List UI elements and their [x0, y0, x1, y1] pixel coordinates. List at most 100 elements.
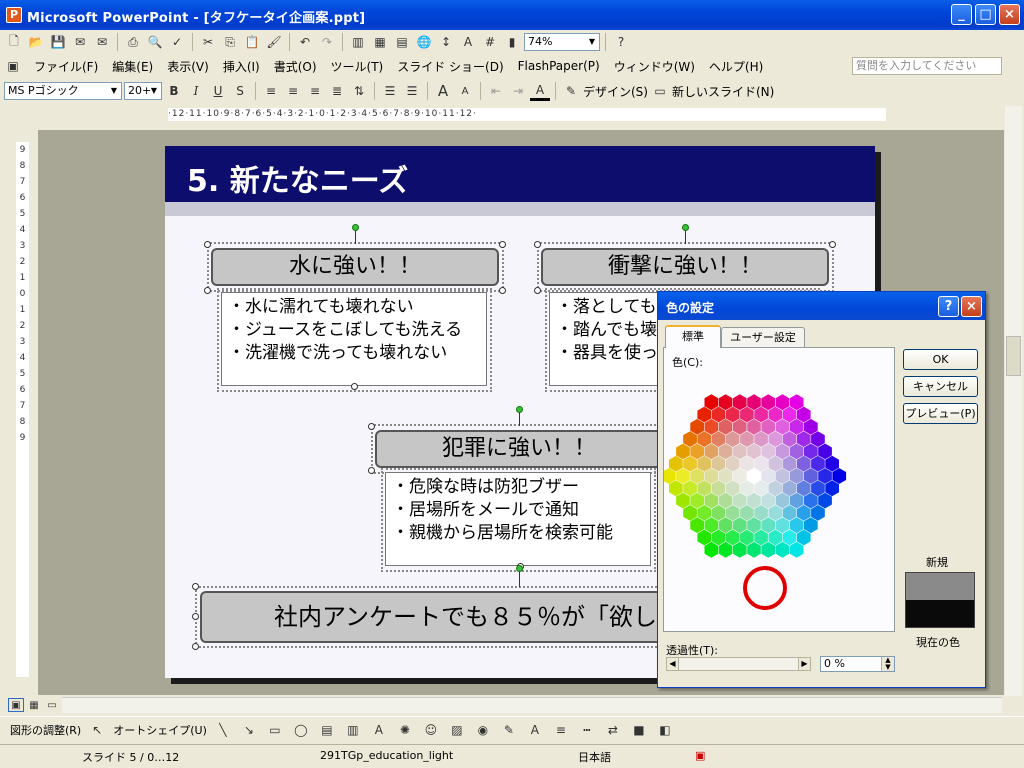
- menu-help[interactable]: ヘルプ(H): [709, 58, 763, 75]
- align-center-icon[interactable]: ≡: [283, 81, 303, 101]
- color-cell[interactable]: [676, 492, 690, 509]
- bold-icon[interactable]: B: [164, 81, 184, 101]
- email-icon[interactable]: ✉: [92, 32, 112, 52]
- color-cell[interactable]: [761, 541, 775, 558]
- spinner-icon[interactable]: ▲ ▼: [881, 657, 894, 671]
- color-cell[interactable]: [832, 468, 847, 484]
- menu-window[interactable]: ウィンドウ(W): [614, 58, 695, 75]
- resize-handle[interactable]: [192, 613, 199, 620]
- color-cell[interactable]: [811, 455, 825, 472]
- color-cell[interactable]: [782, 455, 797, 472]
- color-cell[interactable]: [704, 468, 719, 484]
- close-button[interactable]: ×: [999, 4, 1020, 25]
- shadow-style-icon[interactable]: ■: [629, 720, 649, 740]
- color-cell[interactable]: [690, 443, 704, 460]
- tables-borders-icon[interactable]: ▤: [392, 32, 412, 52]
- underline-icon[interactable]: U: [208, 81, 228, 101]
- normal-view-icon[interactable]: ▣: [8, 698, 24, 712]
- increase-indent-icon[interactable]: ⇥: [508, 81, 528, 101]
- color-cell[interactable]: [768, 455, 783, 472]
- color-cell[interactable]: [811, 431, 825, 447]
- resize-handle[interactable]: [534, 287, 541, 294]
- box-title-shock[interactable]: 衝撃に強い！！: [541, 248, 829, 286]
- color-cell[interactable]: [669, 480, 683, 497]
- print-preview-icon[interactable]: 🔍: [145, 32, 165, 52]
- color-cell[interactable]: [683, 480, 697, 497]
- color-cell[interactable]: [789, 468, 804, 484]
- color-cell[interactable]: [768, 480, 783, 497]
- color-cell[interactable]: [683, 431, 697, 447]
- color-cell[interactable]: [768, 529, 783, 546]
- color-cell[interactable]: [811, 480, 825, 497]
- color-cell[interactable]: [818, 443, 832, 460]
- color-cell[interactable]: [697, 480, 712, 497]
- design-button[interactable]: デザイン(S): [583, 83, 648, 100]
- color-cell[interactable]: [676, 443, 690, 460]
- color-cell[interactable]: [690, 517, 704, 534]
- color-cell[interactable]: [754, 455, 768, 472]
- color-cell[interactable]: [789, 394, 804, 411]
- color-cell[interactable]: [796, 455, 811, 472]
- redo-icon[interactable]: ↷: [317, 32, 337, 52]
- color-cell[interactable]: [697, 406, 712, 423]
- menu-view[interactable]: 表示(V): [167, 58, 209, 75]
- horizontal-scrollbar[interactable]: [62, 697, 1002, 713]
- ok-button[interactable]: OK: [903, 349, 978, 370]
- decrease-indent-icon[interactable]: ⇤: [486, 81, 506, 101]
- color-cell[interactable]: [761, 443, 775, 460]
- italic-icon[interactable]: I: [186, 81, 206, 101]
- survey-box[interactable]: 社内アンケートでも８５％が「欲しい: [200, 591, 681, 643]
- color-cell[interactable]: [718, 541, 733, 558]
- color-cell[interactable]: [718, 492, 733, 509]
- undo-icon[interactable]: ↶: [295, 32, 315, 52]
- color-cell[interactable]: [825, 455, 839, 472]
- color-cell[interactable]: [747, 468, 761, 484]
- document-icon[interactable]: ▣: [6, 56, 20, 76]
- expand-all-icon[interactable]: ↕: [436, 32, 456, 52]
- color-cell[interactable]: [789, 541, 804, 558]
- color-cell[interactable]: [754, 529, 768, 546]
- color-cell[interactable]: [697, 455, 712, 472]
- resize-handle[interactable]: [499, 287, 506, 294]
- color-cell[interactable]: [818, 492, 832, 509]
- color-cell[interactable]: [733, 418, 747, 435]
- color-cell[interactable]: [796, 406, 811, 423]
- color-cell[interactable]: [711, 505, 726, 521]
- color-cell[interactable]: [754, 505, 768, 521]
- autoshape-menu[interactable]: オートシェイプ(U): [113, 722, 207, 738]
- minimize-button[interactable]: _: [951, 4, 972, 25]
- color-cell[interactable]: [740, 455, 754, 472]
- format-painter-icon[interactable]: 🖌: [264, 32, 284, 52]
- color-cell[interactable]: [740, 431, 754, 447]
- rotation-handle[interactable]: [516, 565, 523, 572]
- distribute-icon[interactable]: ≣: [327, 81, 347, 101]
- color-cell[interactable]: [704, 492, 719, 509]
- spelling-icon[interactable]: ✓: [167, 32, 187, 52]
- color-cell[interactable]: [796, 529, 811, 546]
- color-cell[interactable]: [782, 431, 797, 447]
- color-cell[interactable]: [775, 394, 790, 411]
- numbering-icon[interactable]: ☰: [380, 81, 400, 101]
- color-cell[interactable]: [782, 529, 797, 546]
- text-direction-icon[interactable]: ⇅: [349, 81, 369, 101]
- color-cell[interactable]: [747, 394, 761, 411]
- color-cell[interactable]: [725, 505, 740, 521]
- menu-slideshow[interactable]: スライド ショー(D): [397, 58, 503, 75]
- insert-table-icon[interactable]: ▦: [370, 32, 390, 52]
- resize-handle[interactable]: [368, 423, 375, 430]
- color-cell[interactable]: [725, 431, 740, 447]
- shadow-icon[interactable]: S: [230, 81, 250, 101]
- resize-handle[interactable]: [534, 241, 541, 248]
- menu-flashpaper[interactable]: FlashPaper(P): [518, 59, 600, 73]
- resize-handle[interactable]: [351, 383, 358, 390]
- open-icon[interactable]: 📂: [26, 32, 46, 52]
- vertical-textbox-icon[interactable]: ▥: [343, 720, 363, 740]
- dash-style-icon[interactable]: ┅: [577, 720, 597, 740]
- menu-edit[interactable]: 編集(E): [112, 58, 153, 75]
- resize-handle[interactable]: [368, 467, 375, 474]
- color-cell[interactable]: [704, 541, 719, 558]
- color-cell[interactable]: [704, 394, 719, 411]
- color-cell[interactable]: [804, 517, 818, 534]
- 3d-style-icon[interactable]: ◧: [655, 720, 675, 740]
- arrow-icon[interactable]: ↘: [239, 720, 259, 740]
